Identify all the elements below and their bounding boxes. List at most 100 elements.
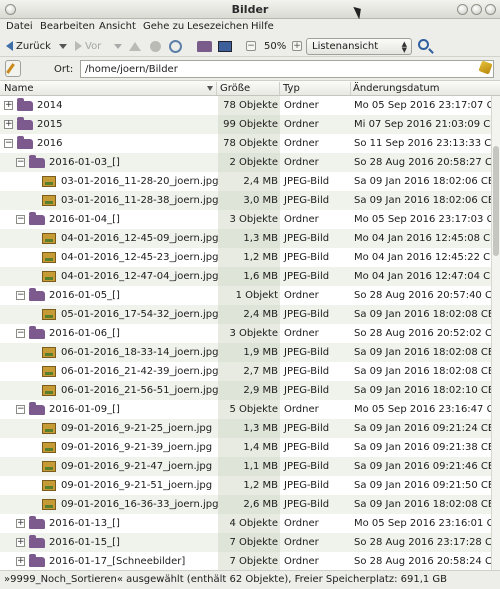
file-row[interactable]: 03-01-2016_11-28-38_joern.jpg 3,0 MB JPEG-… [0,191,491,210]
item-size: 5 Objekte [229,404,278,415]
folder-row[interactable]: +2016-01-13_[] 4 Objekte Ordner Mo 05 Sep 2… [0,514,491,533]
scrollbar-thumb[interactable] [493,146,499,256]
window-title: Bilder [231,3,269,16]
file-row[interactable]: 04-01-2016_12-45-23_joern.jpg 1,2 MB JPEG-… [0,248,491,267]
item-name: 03-01-2016_11-28-20_joern.jpg [61,176,219,187]
expand-icon[interactable]: + [16,519,25,528]
column-name-header[interactable]: Name [4,83,34,94]
item-name: 06-01-2016_18-33-14_joern.jpg [61,347,219,358]
item-size: 2,6 MB [243,499,278,510]
item-type: JPEG-Bild [284,366,330,377]
minimize-button[interactable] [457,4,468,15]
item-date: Mo 05 Sep 2016 23:17:07 CEST [354,100,491,111]
back-button[interactable]: Zurück [6,37,51,55]
column-type-header[interactable]: Typ [283,83,300,94]
column-divider[interactable] [279,82,280,95]
file-row[interactable]: 09-01-2016_9-21-39_joern.jpg 1,4 MB JPEG-B… [0,438,491,457]
file-row[interactable]: 06-01-2016_21-42-39_joern.jpg 2,7 MB JPEG-… [0,362,491,381]
menu-datei[interactable]: Datei [6,21,33,32]
pencil-icon [6,63,15,74]
file-row[interactable]: 04-01-2016_12-47-04_joern.jpg 1,6 MB JPEG-… [0,267,491,286]
item-size: 7 Objekte [229,537,278,548]
search-icon[interactable] [418,39,429,50]
menu-bearbeiten[interactable]: Bearbeiten [40,21,95,32]
expand-icon[interactable]: + [16,557,25,566]
file-row[interactable]: 06-01-2016_18-33-14_joern.jpg 1,9 MB JPEG-… [0,343,491,362]
stop-button[interactable] [150,37,161,55]
file-row[interactable]: 09-01-2016_9-21-51_joern.jpg 1,2 MB JPEG-B… [0,476,491,495]
menu-gehe-zu[interactable]: Gehe zu [143,21,184,32]
item-date: So 28 Aug 2016 20:57:40 CEST [354,290,491,301]
column-size-header[interactable]: Größe [220,83,250,94]
folder-row[interactable]: − 2016-01-05_[] 1 Objekt Ordner So 28 Aug 20… [0,286,491,305]
folder-row[interactable]: − 2016-01-09_[] 5 Objekte Ordner Mo 05 Sep 2… [0,400,491,419]
collapse-icon[interactable]: − [16,329,25,338]
folder-icon [29,402,45,415]
image-file-icon [42,442,56,453]
collapse-icon[interactable]: − [16,158,25,167]
zoom-in-button[interactable]: + [292,37,302,55]
item-type: JPEG-Bild [284,347,330,358]
file-row[interactable]: 03-01-2016_11-28-20_joern.jpg 2,4 MB JPEG-… [0,172,491,191]
item-size: 2 Objekte [229,157,278,168]
item-date: Sa 09 Jan 2016 09:21:50 CET [354,480,491,491]
folder-row[interactable]: +2016-01-17_[Schneebilder] 7 Objekte Ordne… [0,552,491,570]
toggle-location-edit-button[interactable] [5,60,21,77]
folder-row[interactable]: +2014 78 Objekte Ordner Mo 05 Sep 2016 23:1… [0,96,491,115]
collapse-icon[interactable]: − [16,405,25,414]
menu-ansicht[interactable]: Ansicht [99,21,136,32]
folder-row[interactable]: − 2016 78 Objekte Ordner So 11 Sep 2016 23:1… [0,134,491,153]
item-name: 04-01-2016_12-45-23_joern.jpg [61,252,219,263]
menu-lesezeichen[interactable]: Lesezeichen [187,21,248,32]
file-row[interactable]: 09-01-2016_16-36-33_joern.jpg 2,6 MB JPEG-… [0,495,491,514]
zoom-level: 50% [264,40,287,52]
menu-hilfe[interactable]: Hilfe [251,21,274,32]
folder-row[interactable]: +2015 99 Objekte Ordner Mi 07 Sep 2016 21:0… [0,115,491,134]
reload-button[interactable] [169,37,182,55]
item-type: JPEG-Bild [284,309,330,320]
folder-row[interactable]: − 2016-01-04_[] 3 Objekte Ordner Mo 05 Sep 2… [0,210,491,229]
back-history-dropdown[interactable] [59,37,67,55]
home-button[interactable] [197,37,212,55]
file-row[interactable]: 04-01-2016_12-45-09_joern.jpg 1,3 MB JPEG-… [0,229,491,248]
item-name: 2016-01-09_[] [49,404,120,415]
item-type: Ordner [284,537,319,548]
folder-row[interactable]: − 2016-01-03_[] 2 Objekte Ordner So 28 Aug 2… [0,153,491,172]
file-row[interactable]: 09-01-2016_9-21-25_joern.jpg 1,3 MB JPEG-B… [0,419,491,438]
column-divider[interactable] [350,82,351,95]
view-mode-select[interactable]: Listenansicht ▲ ▼ [306,38,412,55]
item-date: Mo 05 Sep 2016 23:17:03 CEST [354,214,491,225]
item-type: JPEG-Bild [284,385,330,396]
item-name: 2016-01-17_[Schneebilder] [49,556,186,567]
collapse-icon[interactable]: − [16,291,25,300]
collapse-icon[interactable]: − [4,139,13,148]
column-divider[interactable] [216,82,217,95]
file-row[interactable]: 05-01-2016_17-54-32_joern.jpg 2,4 MB JPEG-… [0,305,491,324]
folder-row[interactable]: +2016-01-15_[] 7 Objekte Ordner So 28 Aug 2… [0,533,491,552]
computer-button[interactable] [218,37,232,55]
item-date: Sa 09 Jan 2016 09:21:46 CET [354,461,491,472]
column-date-header[interactable]: Änderungsdatum [353,83,440,94]
file-list: +2014 78 Objekte Ordner Mo 05 Sep 2016 23:1… [0,96,491,570]
item-size: 1,2 MB [243,252,278,263]
item-name: 09-01-2016_9-21-47_joern.jpg [61,461,213,472]
file-row[interactable]: 09-01-2016_9-21-47_joern.jpg 1,1 MB JPEG-B… [0,457,491,476]
maximize-button[interactable] [471,4,482,15]
expand-icon[interactable]: + [4,120,13,129]
zoom-out-button[interactable]: − [246,37,256,55]
item-date: Sa 09 Jan 2016 09:21:38 CET [354,442,491,453]
folder-row[interactable]: − 2016-01-06_[] 3 Objekte Ordner So 28 Aug 2… [0,324,491,343]
parent-folder-button[interactable] [129,37,141,55]
file-row[interactable]: 06-01-2016_21-56-51_joern.jpg 2,9 MB JPEG-… [0,381,491,400]
expand-icon[interactable]: + [4,101,13,110]
item-type: JPEG-Bild [284,480,330,491]
item-type: JPEG-Bild [284,499,330,510]
vertical-scrollbar[interactable] [491,96,500,570]
expand-icon[interactable]: + [16,538,25,547]
location-input[interactable]: /home/joern/Bilder [80,60,494,78]
forward-history-dropdown[interactable] [114,37,122,55]
collapse-icon[interactable]: − [16,215,25,224]
close-button[interactable] [485,4,496,15]
forward-button[interactable]: Vor [75,37,101,55]
image-file-icon [42,195,56,206]
